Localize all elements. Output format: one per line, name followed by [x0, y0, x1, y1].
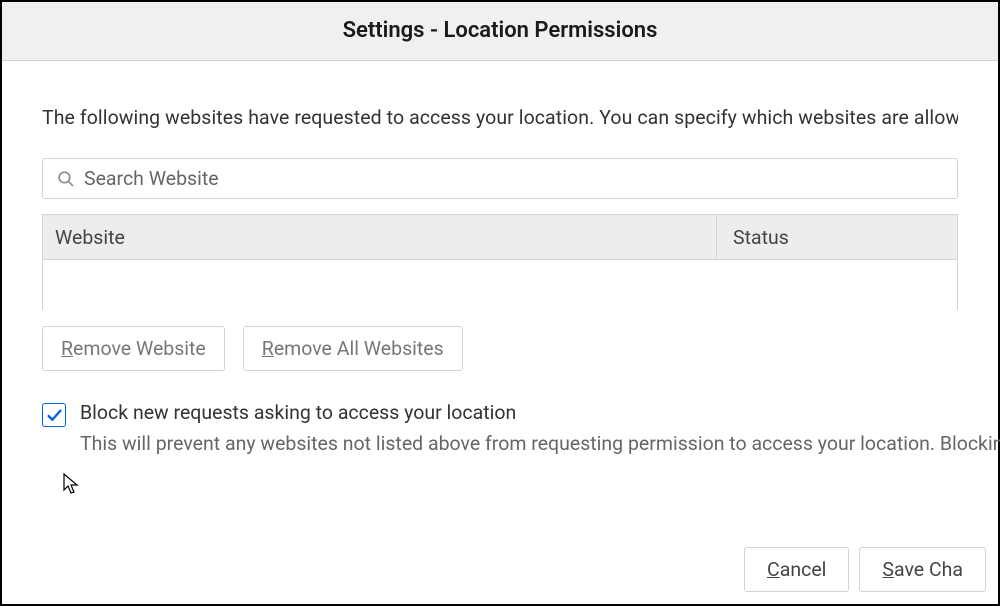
dialog-header: Settings - Location Permissions — [2, 2, 998, 61]
remove-buttons-row: Remove Website Remove All Websites — [42, 326, 958, 371]
cursor-pointer-icon — [62, 472, 82, 498]
website-table-body — [42, 260, 958, 310]
website-table-header: Website Status — [42, 214, 958, 260]
search-website-field[interactable] — [42, 158, 958, 199]
dialog-title: Settings - Location Permissions — [2, 18, 998, 43]
column-status[interactable]: Status — [717, 215, 957, 259]
column-website[interactable]: Website — [43, 215, 717, 259]
block-requests-description: This will prevent any websites not liste… — [80, 429, 1000, 459]
search-input[interactable] — [84, 167, 943, 190]
dialog-content: The following websites have requested to… — [2, 61, 998, 459]
dialog-footer: Cancel Save Cha — [744, 547, 998, 592]
remove-website-button[interactable]: Remove Website — [42, 326, 225, 371]
search-icon — [57, 170, 74, 187]
check-icon — [46, 407, 63, 424]
block-requests-label: Block new requests asking to access your… — [80, 401, 1000, 424]
save-changes-button[interactable]: Save Cha — [859, 547, 986, 592]
block-requests-checkbox[interactable] — [42, 403, 66, 427]
cancel-button[interactable]: Cancel — [744, 547, 849, 592]
block-requests-option: Block new requests asking to access your… — [42, 401, 958, 459]
remove-all-websites-button[interactable]: Remove All Websites — [243, 326, 463, 371]
dialog-description: The following websites have requested to… — [42, 101, 958, 134]
